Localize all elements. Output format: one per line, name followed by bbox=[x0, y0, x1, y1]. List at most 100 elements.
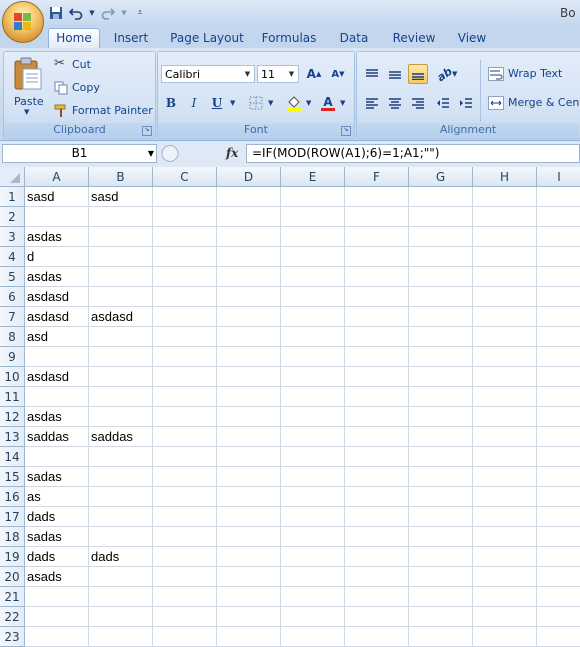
cell-d[interactable] bbox=[217, 487, 281, 507]
cell-d[interactable] bbox=[217, 287, 281, 307]
cell-h[interactable] bbox=[473, 407, 537, 427]
chevron-down-icon[interactable]: ▼ bbox=[230, 99, 235, 107]
font-size-combo[interactable]: 11 ▼ bbox=[257, 65, 299, 83]
column-header-a[interactable]: A bbox=[25, 167, 89, 187]
cell-e[interactable] bbox=[281, 187, 345, 207]
chevron-down-icon[interactable]: ▼ bbox=[88, 5, 96, 21]
cell-i[interactable] bbox=[537, 187, 580, 207]
office-button[interactable] bbox=[2, 1, 44, 43]
select-all-corner[interactable] bbox=[0, 167, 25, 187]
cell-c[interactable] bbox=[153, 427, 217, 447]
row-header[interactable]: 1 bbox=[0, 187, 25, 207]
cell-c[interactable] bbox=[153, 247, 217, 267]
cell-e[interactable] bbox=[281, 247, 345, 267]
cell-b[interactable] bbox=[89, 347, 153, 367]
cell-a[interactable]: sasd bbox=[25, 187, 89, 207]
cell-b[interactable] bbox=[89, 487, 153, 507]
cell-i[interactable] bbox=[537, 367, 580, 387]
cell-i[interactable] bbox=[537, 567, 580, 587]
cell-a[interactable]: asads bbox=[25, 567, 89, 587]
cell-a[interactable] bbox=[25, 347, 89, 367]
increase-indent-icon[interactable] bbox=[456, 93, 476, 113]
cell-c[interactable] bbox=[153, 447, 217, 467]
cell-h[interactable] bbox=[473, 247, 537, 267]
row-header[interactable]: 12 bbox=[0, 407, 25, 427]
row-header[interactable]: 11 bbox=[0, 387, 25, 407]
cell-f[interactable] bbox=[345, 367, 409, 387]
cell-e[interactable] bbox=[281, 367, 345, 387]
cell-i[interactable] bbox=[537, 307, 580, 327]
cell-d[interactable] bbox=[217, 207, 281, 227]
cell-g[interactable] bbox=[409, 267, 473, 287]
cell-a[interactable]: asdasd bbox=[25, 307, 89, 327]
cell-c[interactable] bbox=[153, 227, 217, 247]
underline-button[interactable]: U bbox=[207, 93, 227, 113]
cell-a[interactable] bbox=[25, 587, 89, 607]
cell-c[interactable] bbox=[153, 587, 217, 607]
cell-f[interactable] bbox=[345, 327, 409, 347]
cell-c[interactable] bbox=[153, 307, 217, 327]
cell-b[interactable] bbox=[89, 247, 153, 267]
row-header[interactable]: 20 bbox=[0, 567, 25, 587]
cell-a[interactable] bbox=[25, 447, 89, 467]
cell-d[interactable] bbox=[217, 387, 281, 407]
cut-button[interactable]: ✂ Cut bbox=[52, 56, 142, 74]
cell-e[interactable] bbox=[281, 227, 345, 247]
row-header[interactable]: 15 bbox=[0, 467, 25, 487]
cell-h[interactable] bbox=[473, 547, 537, 567]
cell-b[interactable] bbox=[89, 607, 153, 627]
align-left-icon[interactable] bbox=[362, 93, 382, 113]
column-header-c[interactable]: C bbox=[153, 167, 217, 187]
cell-f[interactable] bbox=[345, 487, 409, 507]
cell-e[interactable] bbox=[281, 627, 345, 647]
cell-c[interactable] bbox=[153, 407, 217, 427]
cell-d[interactable] bbox=[217, 247, 281, 267]
undo-icon[interactable] bbox=[68, 5, 84, 21]
cell-d[interactable] bbox=[217, 407, 281, 427]
cell-g[interactable] bbox=[409, 227, 473, 247]
row-header[interactable]: 3 bbox=[0, 227, 25, 247]
cell-a[interactable] bbox=[25, 387, 89, 407]
tab-home[interactable]: Home bbox=[48, 28, 100, 48]
cell-h[interactable] bbox=[473, 347, 537, 367]
cell-e[interactable] bbox=[281, 387, 345, 407]
cell-b[interactable] bbox=[89, 447, 153, 467]
cell-f[interactable] bbox=[345, 547, 409, 567]
cell-e[interactable] bbox=[281, 607, 345, 627]
cell-h[interactable] bbox=[473, 207, 537, 227]
cell-h[interactable] bbox=[473, 567, 537, 587]
cell-i[interactable] bbox=[537, 467, 580, 487]
cell-g[interactable] bbox=[409, 467, 473, 487]
column-header-g[interactable]: G bbox=[409, 167, 473, 187]
row-header[interactable]: 13 bbox=[0, 427, 25, 447]
row-header[interactable]: 17 bbox=[0, 507, 25, 527]
cell-f[interactable] bbox=[345, 467, 409, 487]
cell-c[interactable] bbox=[153, 287, 217, 307]
cell-h[interactable] bbox=[473, 467, 537, 487]
cell-d[interactable] bbox=[217, 447, 281, 467]
cell-d[interactable] bbox=[217, 307, 281, 327]
bold-button[interactable]: B bbox=[161, 93, 181, 113]
cell-g[interactable] bbox=[409, 207, 473, 227]
row-header[interactable]: 10 bbox=[0, 367, 25, 387]
name-box[interactable]: B1 ▼ bbox=[2, 144, 157, 163]
cell-d[interactable] bbox=[217, 327, 281, 347]
cell-f[interactable] bbox=[345, 627, 409, 647]
cell-f[interactable] bbox=[345, 387, 409, 407]
cell-g[interactable] bbox=[409, 307, 473, 327]
cell-h[interactable] bbox=[473, 607, 537, 627]
cell-c[interactable] bbox=[153, 187, 217, 207]
wrap-text-button[interactable]: Wrap Text bbox=[486, 65, 580, 83]
cell-b[interactable] bbox=[89, 467, 153, 487]
cell-c[interactable] bbox=[153, 567, 217, 587]
cell-e[interactable] bbox=[281, 487, 345, 507]
cell-b[interactable]: dads bbox=[89, 547, 153, 567]
cell-h[interactable] bbox=[473, 627, 537, 647]
cell-c[interactable] bbox=[153, 627, 217, 647]
shrink-font-button[interactable]: A ▼ bbox=[328, 64, 348, 84]
cell-h[interactable] bbox=[473, 587, 537, 607]
font-color-icon[interactable]: A bbox=[318, 93, 338, 113]
cell-g[interactable] bbox=[409, 187, 473, 207]
cell-e[interactable] bbox=[281, 547, 345, 567]
cell-d[interactable] bbox=[217, 607, 281, 627]
